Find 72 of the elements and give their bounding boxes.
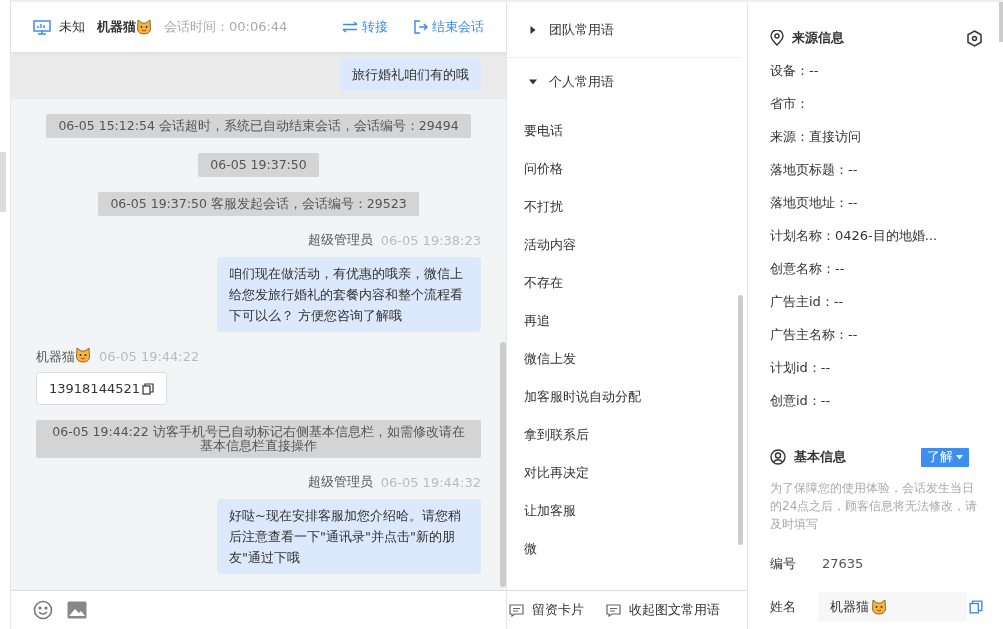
phrase-item[interactable]: 问价格 <box>507 150 747 188</box>
phrase-item[interactable]: 不打扰 <box>507 188 747 226</box>
scrollbar[interactable] <box>500 342 506 587</box>
info-field: 落地页地址：-- <box>770 186 983 219</box>
system-notice: 06-05 19:37:50 <box>198 153 319 177</box>
info-field: 创意名称：-- <box>770 252 983 285</box>
settings-icon[interactable] <box>966 29 983 47</box>
message-bubble: 好哒~现在安排客服加您介绍哈。请您稍后注意查看一下"通讯录"并点击"新的朋友"通过下哦 <box>217 499 481 574</box>
section-title: 来源信息 <box>792 29 844 47</box>
exit-icon <box>414 20 428 34</box>
visitor-name: 机器猫 <box>97 18 136 36</box>
message-icon <box>606 603 621 617</box>
caret-down-icon <box>529 78 537 86</box>
caret-down-icon <box>956 454 963 460</box>
system-notice: 06-05 15:12:54 会话超时，系统已自动结束会话，会话编号：29494 <box>46 114 471 138</box>
copy-icon[interactable] <box>969 599 983 614</box>
info-field: 省市： <box>770 87 983 120</box>
location-pin-icon <box>770 30 784 46</box>
session-time: 会话时间：00:06:44 <box>164 18 288 36</box>
caret-right-icon <box>529 25 537 34</box>
user-circle-icon <box>770 449 786 465</box>
info-field: 广告主名称：-- <box>770 318 983 351</box>
message-time: 06-05 19:38:23 <box>380 232 481 248</box>
phrase-item[interactable]: 微 <box>507 530 747 568</box>
sender-name: 超级管理员 <box>307 231 373 249</box>
message-bubble: 旅行婚礼咱们有的哦 <box>340 58 481 91</box>
info-field: 来源：直接访问 <box>770 120 983 153</box>
message-icon <box>509 603 524 617</box>
cat-face-icon <box>136 19 152 35</box>
id-value: 27635 <box>822 556 864 571</box>
phrase-item[interactable]: 活动内容 <box>507 226 747 264</box>
transfer-button[interactable]: 转接 <box>342 18 388 36</box>
field-label: 姓名 <box>770 597 797 616</box>
name-input[interactable]: 机器猫 <box>818 591 967 622</box>
field-label: 编号 <box>770 554 797 573</box>
footer-button[interactable]: 留资卡片 <box>509 601 584 619</box>
sender-name: 超级管理员 <box>307 473 373 491</box>
sender-name: 机器猫 <box>36 347 75 366</box>
copy-icon[interactable] <box>142 382 154 395</box>
message-time: 06-05 19:44:32 <box>380 474 481 490</box>
info-note: 为了保障您的使用体验，会话发生当日的24点之后，顾客信息将无法修改，请及时填写 <box>770 480 979 533</box>
info-field: 计划id：-- <box>770 351 983 384</box>
phrase-item[interactable]: 让加客服 <box>507 492 747 530</box>
cat-face-icon <box>75 347 91 363</box>
system-notice: 06-05 19:44:22 访客手机号已自动标记右侧基本信息栏，如需修改请在基本信息栏直接操作 <box>36 420 481 458</box>
info-field: 创意id：-- <box>770 384 983 417</box>
footer-button[interactable]: 收起图文常用语 <box>606 601 720 619</box>
smiley-icon[interactable] <box>33 600 53 620</box>
info-field: 计划名称：0426-目的地婚... <box>770 219 983 252</box>
phrase-item[interactable]: 加客服时说自动分配 <box>507 378 747 416</box>
info-field: 广告主id：-- <box>770 285 983 318</box>
section-title: 基本信息 <box>794 448 846 466</box>
phrase-item[interactable]: 不存在 <box>507 264 747 302</box>
scrollbar[interactable] <box>999 2 1003 42</box>
device-label: 未知 <box>59 18 85 36</box>
system-notice: 06-05 19:37:50 客服发起会话，会话编号：29523 <box>98 192 419 216</box>
phrase-item[interactable]: 要电话 <box>507 112 747 150</box>
message-time: 06-05 19:44:22 <box>99 349 200 364</box>
swap-icon <box>342 21 358 33</box>
cat-face-icon <box>871 598 888 615</box>
scrollbar[interactable] <box>738 295 743 545</box>
phrase-item[interactable]: 对比再决定 <box>507 454 747 492</box>
info-field: 落地页标题：-- <box>770 153 983 186</box>
end-session-button[interactable]: 结束会话 <box>414 18 484 36</box>
monitor-icon <box>33 19 51 35</box>
phrase-item[interactable]: 再追 <box>507 302 747 340</box>
image-icon[interactable] <box>67 601 87 619</box>
message-bubble: 咱们现在做活动，有优惠的哦亲，微信上给您发旅行婚礼的套餐内容和整个流程看下可以么？ 方便您咨询了解哦 <box>217 257 481 332</box>
phone-card: 13918144521 <box>36 372 167 405</box>
phrase-item[interactable]: 微信上发 <box>507 340 747 378</box>
info-field: 设备：-- <box>770 54 983 87</box>
phrase-item[interactable]: 拿到联系后 <box>507 416 747 454</box>
